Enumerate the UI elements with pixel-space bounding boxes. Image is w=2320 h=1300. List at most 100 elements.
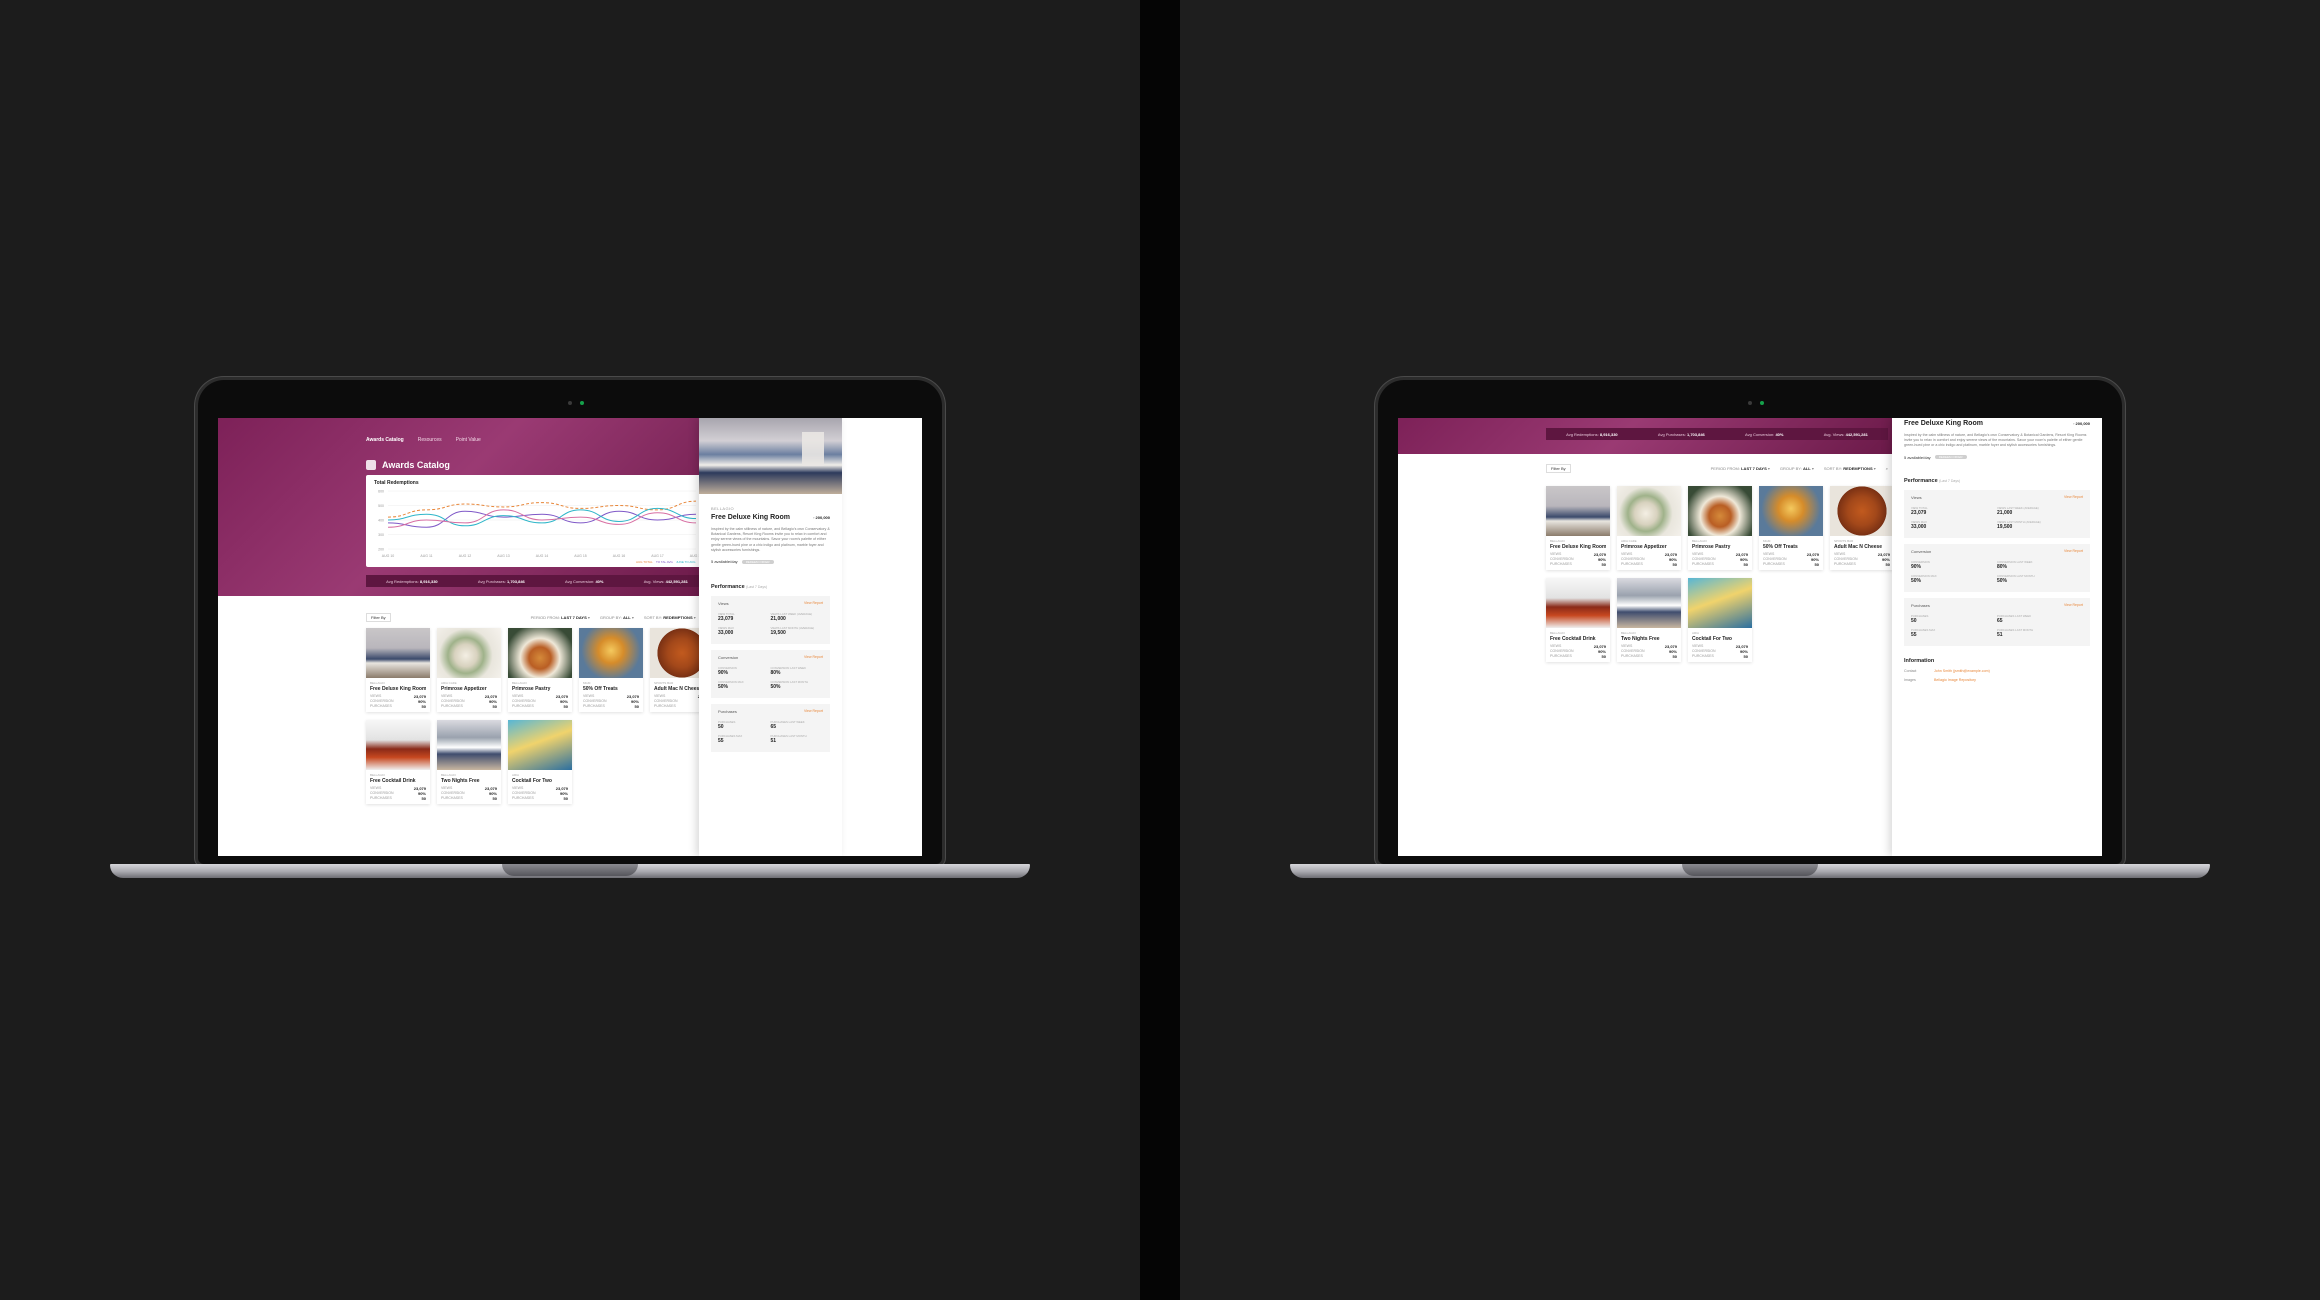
nav-awards-catalog[interactable]: Awards Catalog (366, 437, 404, 443)
card-image (437, 720, 501, 770)
sort-dropdown[interactable]: SORT BY: REDEMPTIONS ▾ (1824, 466, 1876, 471)
award-card[interactable]: BELLAGIO Two Nights Free VIEWS 23,079 CONVER… (437, 720, 501, 804)
camera-led (1760, 401, 1764, 405)
card-property: ARIA (512, 773, 520, 777)
card-title: Free Cocktail Drink (370, 778, 416, 784)
card-property: ARIA CAFE (1621, 539, 1637, 543)
redeem-tag[interactable]: REDEEM OFFER (1934, 455, 1967, 460)
information-heading: Information (1904, 657, 1935, 664)
metric-name: Conversion (1911, 548, 1932, 554)
x-tick-label: AUG 13 (497, 554, 510, 558)
kpi-purchases: Avg Purchases: 1,703,846 (477, 578, 525, 584)
card-purchases: PURCHASES50 (1834, 562, 1890, 567)
detail-description: Inspired by the calm stillness of nature… (711, 527, 830, 552)
card-title: Primrose Appetizer (1621, 544, 1667, 550)
card-purchases: PURCHASES50 (441, 704, 497, 709)
page-title: Awards Catalog (382, 460, 450, 470)
top-nav: Awards Catalog Resources Point Value (366, 437, 481, 443)
nav-resources[interactable]: Resources (418, 437, 442, 443)
metric-name: Purchases (718, 709, 737, 715)
nav-point-value[interactable]: Point Value (456, 437, 481, 443)
period-dropdown[interactable]: PERIOD FROM: LAST 7 DAYS ▾ (1711, 466, 1770, 471)
screen-left: Awards Catalog Resources Point Value Awa… (218, 418, 922, 856)
card-purchases: PURCHASES50 (512, 704, 568, 709)
detail-points: ◦ 200,000 (2073, 421, 2090, 426)
filter-by-button[interactable]: Filter By (366, 612, 391, 622)
award-card[interactable]: BELLAGIO Free Deluxe King Room VIEWS 23,079… (1546, 486, 1610, 570)
sort-dropdown[interactable]: SORT BY: REDEMPTIONS ▾ (644, 615, 696, 620)
detail-availability: 5 available/day (1904, 454, 1931, 460)
images-link[interactable]: Bellagio Image Repository (1934, 678, 1976, 682)
award-card[interactable]: ARIA CAFE Primrose Appetizer VIEWS 23,079 CO… (1617, 486, 1681, 570)
award-card[interactable]: BELLAGIO Primrose Pastry VIEWS 23,079 CONVER… (1688, 486, 1752, 570)
card-title: 50% Off Treats (1763, 544, 1798, 550)
x-tick-label: AUG 17 (651, 554, 664, 558)
award-card[interactable]: SPORTS BARAdult Mac N CheeseVIEWS23,079C… (1830, 486, 1894, 570)
metric-box-views: Views View Report VIEW TOTAL 23,079 VIEWS LA… (1904, 489, 2090, 538)
period-dropdown[interactable]: PERIOD FROM: LAST 7 DAYS ▾ (531, 615, 590, 620)
metric-name: Views (718, 601, 729, 607)
filter-by-button[interactable]: Filter By (1546, 463, 1571, 473)
detail-availability: 5 available/day (711, 559, 738, 565)
card-title: Primrose Pastry (1692, 544, 1731, 550)
view-report-link[interactable]: View Report (2064, 603, 2083, 608)
card-image (579, 628, 643, 678)
metric-name: Views (1911, 494, 1922, 500)
x-tick-label: AUG 10 (382, 554, 395, 558)
catalog-icon (366, 460, 376, 470)
kpi-redemptions: Avg Redemptions: 8,916,330 (1566, 431, 1618, 437)
camera-led (580, 401, 584, 405)
view-report-link[interactable]: View Report (804, 655, 823, 660)
card-property: BELLAGIO (370, 681, 385, 685)
award-card[interactable]: BELLAGIO Free Cocktail Drink VIEWS 23,079 CO… (366, 720, 430, 804)
card-purchases: PURCHASES50 (1692, 562, 1748, 567)
award-card[interactable]: BELLAGIO Two Nights Free VIEWS 23,079 CONVER… (1617, 578, 1681, 662)
card-title: Primrose Pastry (512, 686, 551, 692)
award-card[interactable]: BELLAGIO Free Deluxe King Room VIEWS 23,079… (366, 628, 430, 712)
divider (1140, 0, 1180, 1300)
group-dropdown[interactable]: GROUP BY: ALL ▾ (600, 615, 634, 620)
redeem-tag[interactable]: REDEEM OFFER (741, 559, 774, 564)
award-card[interactable]: ARIA Cocktail For Two VIEWS 23,079 CONVERSIO… (1688, 578, 1752, 662)
award-card[interactable]: MGM 50% Off Treats VIEWS 23,079 CONVERSION 90… (579, 628, 643, 712)
detail-panel: Free Deluxe King Room ◦ 200,000 Inspired… (1892, 418, 2102, 856)
filter-bar: Filter By PERIOD FROM: LAST 7 DAYS ▾ GRO… (1546, 463, 1888, 473)
card-image (366, 720, 430, 770)
kpi-redemptions: Avg Redemptions: 8,916,330 (386, 578, 438, 584)
card-title: Free Deluxe King Room (1550, 544, 1606, 550)
award-card[interactable]: BELLAGIO Free Cocktail Drink VIEWS 23,079 CO… (1546, 578, 1610, 662)
camera (568, 401, 572, 405)
card-purchases: PURCHASES50 (1692, 654, 1748, 659)
metric-box-purchases: Purchases View Report PURCHASES 50 PURCHASES… (1904, 597, 2090, 646)
page-title-row: Awards Catalog (366, 460, 450, 470)
kpi-conversion: Avg Conversion: 40% (565, 578, 604, 584)
contact-link[interactable]: John Smith (jsmith@example.com) (1934, 669, 1990, 673)
card-image (1688, 578, 1752, 628)
kpi-strip: Avg Redemptions: 8,916,330 Avg Purchases… (1546, 428, 1888, 440)
metric-box-conversion: Conversion View Report CONVERSION 90% CONVER… (1904, 543, 2090, 592)
contact-row: Contact John Smith (jsmith@example.com) (1904, 668, 1990, 673)
metric-name: Conversion (718, 655, 739, 661)
award-card[interactable]: MGM 50% Off Treats VIEWS 23,079 CONVERSION 90… (1759, 486, 1823, 570)
metric-name: Purchases (1911, 602, 1930, 608)
search-icon[interactable]: ⌕ (1886, 466, 1888, 471)
card-purchases: PURCHASES50 (583, 704, 639, 709)
x-tick-label: AUG 14 (536, 554, 549, 558)
redemptions-chart: Total Redemptions 600 500 400 300 200 AUG 10 A… (366, 475, 708, 567)
card-property: BELLAGIO (512, 681, 527, 685)
view-report-link[interactable]: View Report (804, 709, 823, 714)
x-tick-label: AUG 12 (459, 554, 472, 558)
award-card[interactable]: ARIA Cocktail For Two VIEWS 23,079 CONVERSIO… (508, 720, 572, 804)
card-image (1830, 486, 1894, 536)
group-dropdown[interactable]: GROUP BY: ALL ▾ (1780, 466, 1814, 471)
award-card[interactable]: ARIA CAFE Primrose Appetizer VIEWS 23,079 CO… (437, 628, 501, 712)
card-property: BELLAGIO (441, 773, 456, 777)
detail-description: Inspired by the calm stillness of nature… (1904, 433, 2087, 448)
award-card[interactable]: BELLAGIO Primrose Pastry VIEWS 23,079 CONVER… (508, 628, 572, 712)
view-report-link[interactable]: View Report (2064, 549, 2083, 554)
performance-heading: Performance (Last 7 Days) (711, 584, 767, 591)
view-report-link[interactable]: View Report (2064, 495, 2083, 500)
card-title: Primrose Appetizer (441, 686, 487, 692)
y-tick-label: 300 (378, 533, 384, 537)
view-report-link[interactable]: View Report (804, 601, 823, 606)
